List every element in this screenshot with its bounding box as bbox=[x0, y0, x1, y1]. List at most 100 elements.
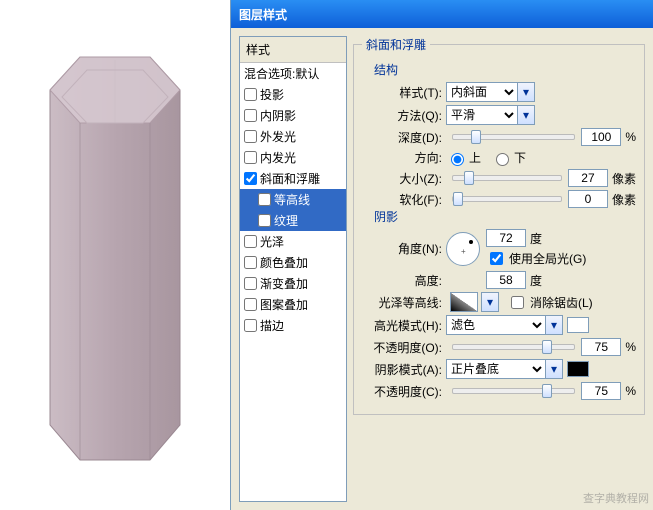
style-checkbox[interactable] bbox=[244, 256, 257, 269]
angle-label: 角度(N): bbox=[372, 240, 442, 257]
style-checkbox[interactable] bbox=[244, 172, 257, 185]
soften-slider[interactable] bbox=[452, 196, 562, 202]
styles-list-panel: 样式 混合选项:默认 投影内阴影外发光内发光斜面和浮雕等高线纹理光泽颜色叠加渐变… bbox=[239, 36, 347, 502]
style-checkbox[interactable] bbox=[258, 214, 271, 227]
gloss-contour-dropdown[interactable]: ▾ bbox=[481, 292, 499, 312]
style-row-3[interactable]: 内发光 bbox=[240, 147, 346, 168]
style-row-9[interactable]: 渐变叠加 bbox=[240, 273, 346, 294]
style-checkbox[interactable] bbox=[244, 319, 257, 332]
style-label: 外发光 bbox=[260, 128, 296, 145]
soften-label: 软化(F): bbox=[372, 191, 442, 208]
highlight-mode-label: 高光模式(H): bbox=[372, 317, 442, 334]
style-row-11[interactable]: 描边 bbox=[240, 315, 346, 336]
shadow-color-swatch[interactable] bbox=[567, 361, 589, 377]
bevel-emboss-group: 斜面和浮雕 结构 样式(T): 内斜面 ▾ 方法(Q): 平滑 ▾ 深度(D bbox=[353, 36, 645, 415]
angle-unit: 度 bbox=[530, 230, 542, 247]
depth-slider[interactable] bbox=[452, 134, 575, 140]
preview-pane bbox=[0, 0, 230, 510]
style-label: 等高线 bbox=[274, 191, 310, 208]
style-row-2[interactable]: 外发光 bbox=[240, 126, 346, 147]
style-label: 内阴影 bbox=[260, 107, 296, 124]
altitude-label: 高度: bbox=[372, 272, 442, 289]
shadow-opacity-input[interactable] bbox=[581, 382, 621, 400]
global-light-checkbox[interactable]: 使用全局光(G) bbox=[486, 249, 586, 268]
angle-input[interactable] bbox=[486, 229, 526, 247]
highlight-mode-dropdown-button[interactable]: ▾ bbox=[545, 315, 563, 335]
antialias-checkbox[interactable]: 消除锯齿(L) bbox=[507, 293, 593, 312]
style-row-4[interactable]: 斜面和浮雕 bbox=[240, 168, 346, 189]
style-row-7[interactable]: 光泽 bbox=[240, 231, 346, 252]
blending-options-row[interactable]: 混合选项:默认 bbox=[240, 63, 346, 84]
method-dropdown-button[interactable]: ▾ bbox=[517, 105, 535, 125]
style-label: 纹理 bbox=[274, 212, 298, 229]
structure-legend: 结构 bbox=[374, 61, 636, 78]
gloss-contour-picker[interactable] bbox=[450, 292, 478, 312]
main-settings-panel: 斜面和浮雕 结构 样式(T): 内斜面 ▾ 方法(Q): 平滑 ▾ 深度(D bbox=[353, 36, 645, 502]
shadow-mode-dropdown-button[interactable]: ▾ bbox=[545, 359, 563, 379]
direction-up-radio[interactable]: 上 bbox=[446, 149, 481, 166]
style-checkbox[interactable] bbox=[258, 193, 271, 206]
shadow-opacity-unit: % bbox=[625, 384, 636, 398]
gloss-contour-label: 光泽等高线: bbox=[372, 294, 442, 311]
style-label: 样式(T): bbox=[372, 84, 442, 101]
shadow-mode-label: 阴影模式(A): bbox=[372, 361, 442, 378]
style-label: 斜面和浮雕 bbox=[260, 170, 320, 187]
style-dropdown[interactable]: 内斜面 bbox=[446, 82, 518, 102]
highlight-opacity-input[interactable] bbox=[581, 338, 621, 356]
style-row-8[interactable]: 颜色叠加 bbox=[240, 252, 346, 273]
style-row-6[interactable]: 纹理 bbox=[240, 210, 346, 231]
style-checkbox[interactable] bbox=[244, 130, 257, 143]
dialog-titlebar: 图层样式 bbox=[231, 0, 653, 28]
style-checkbox[interactable] bbox=[244, 109, 257, 122]
highlight-mode-dropdown[interactable]: 滤色 bbox=[446, 315, 546, 335]
angle-wheel[interactable]: + bbox=[446, 232, 480, 266]
direction-label: 方向: bbox=[372, 149, 442, 166]
shading-legend: 阴影 bbox=[374, 208, 636, 225]
direction-down-radio[interactable]: 下 bbox=[491, 149, 526, 166]
altitude-unit: 度 bbox=[530, 272, 542, 289]
highlight-opacity-label: 不透明度(O): bbox=[372, 339, 442, 356]
shadow-mode-dropdown[interactable]: 正片叠底 bbox=[446, 359, 546, 379]
style-label: 内发光 bbox=[260, 149, 296, 166]
style-label: 图案叠加 bbox=[260, 296, 308, 313]
depth-input[interactable] bbox=[581, 128, 621, 146]
styles-list: 混合选项:默认 投影内阴影外发光内发光斜面和浮雕等高线纹理光泽颜色叠加渐变叠加图… bbox=[240, 63, 346, 501]
depth-label: 深度(D): bbox=[372, 129, 442, 146]
style-label: 描边 bbox=[260, 317, 284, 334]
method-label: 方法(Q): bbox=[372, 107, 442, 124]
shadow-opacity-label: 不透明度(C): bbox=[372, 383, 442, 400]
size-unit: 像素 bbox=[612, 170, 636, 187]
shadow-opacity-slider[interactable] bbox=[452, 388, 575, 394]
style-checkbox[interactable] bbox=[244, 298, 257, 311]
highlight-opacity-slider[interactable] bbox=[452, 344, 575, 350]
size-input[interactable] bbox=[568, 169, 608, 187]
style-checkbox[interactable] bbox=[244, 277, 257, 290]
soften-unit: 像素 bbox=[612, 191, 636, 208]
panel-legend: 斜面和浮雕 bbox=[362, 36, 430, 53]
style-row-5[interactable]: 等高线 bbox=[240, 189, 346, 210]
layer-style-dialog: 图层样式 样式 混合选项:默认 投影内阴影外发光内发光斜面和浮雕等高线纹理光泽颜… bbox=[230, 0, 653, 510]
style-label: 颜色叠加 bbox=[260, 254, 308, 271]
style-row-1[interactable]: 内阴影 bbox=[240, 105, 346, 126]
hexagon-prism-preview bbox=[25, 35, 205, 475]
styles-header: 样式 bbox=[240, 37, 346, 63]
style-row-0[interactable]: 投影 bbox=[240, 84, 346, 105]
highlight-opacity-unit: % bbox=[625, 340, 636, 354]
depth-unit: % bbox=[625, 130, 636, 144]
blending-options-label: 混合选项:默认 bbox=[244, 65, 319, 82]
method-dropdown[interactable]: 平滑 bbox=[446, 105, 518, 125]
style-label: 渐变叠加 bbox=[260, 275, 308, 292]
highlight-color-swatch[interactable] bbox=[567, 317, 589, 333]
dialog-title: 图层样式 bbox=[239, 6, 287, 23]
style-label: 投影 bbox=[260, 86, 284, 103]
size-label: 大小(Z): bbox=[372, 170, 442, 187]
style-dropdown-button[interactable]: ▾ bbox=[517, 82, 535, 102]
size-slider[interactable] bbox=[452, 175, 562, 181]
style-checkbox[interactable] bbox=[244, 235, 257, 248]
style-row-10[interactable]: 图案叠加 bbox=[240, 294, 346, 315]
style-label: 光泽 bbox=[260, 233, 284, 250]
altitude-input[interactable] bbox=[486, 271, 526, 289]
style-checkbox[interactable] bbox=[244, 151, 257, 164]
soften-input[interactable] bbox=[568, 190, 608, 208]
style-checkbox[interactable] bbox=[244, 88, 257, 101]
